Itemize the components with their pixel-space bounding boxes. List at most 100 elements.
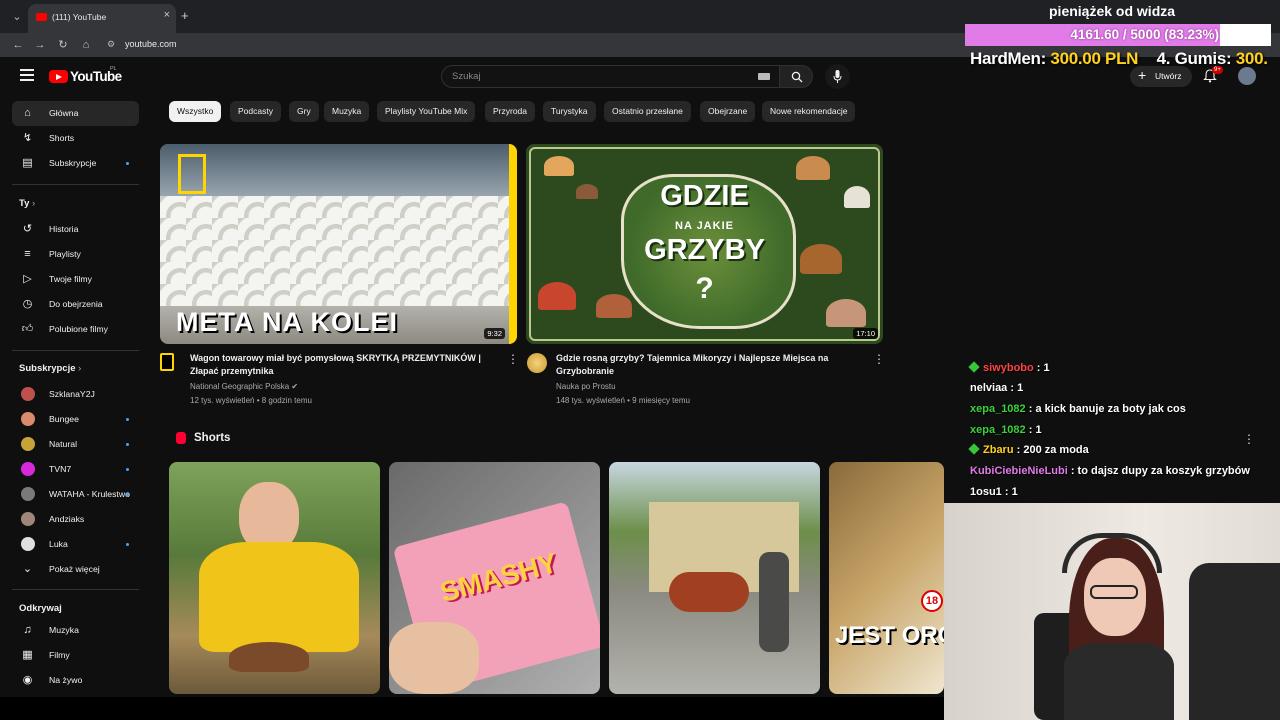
- motorcycle-sidecar: [669, 572, 749, 612]
- more-options-icon[interactable]: ⋮: [507, 352, 519, 366]
- chip-watched[interactable]: Obejrzane: [700, 101, 756, 122]
- chip-new-recommendations[interactable]: Nowe rekomendacje: [762, 101, 856, 122]
- mushroom-cap: [229, 642, 309, 672]
- video-thumbnail[interactable]: GDZIE NA JAKIE GRZYBY ? 17:10: [526, 144, 883, 344]
- account-avatar[interactable]: [1238, 67, 1256, 85]
- sidebar-item-label: Główna: [49, 108, 79, 118]
- tab-search-icon[interactable]: ⌄: [8, 8, 26, 26]
- voice-search-button[interactable]: [825, 64, 850, 89]
- reload-icon[interactable]: ↻: [55, 37, 71, 53]
- address-bar[interactable]: youtube.com: [125, 39, 177, 49]
- sidebar-sub-andziaks[interactable]: Andziaks: [12, 507, 139, 532]
- short-thumbnail[interactable]: [169, 462, 380, 694]
- sidebar-item-subscriptions[interactable]: ▤ Subskrypcje: [12, 151, 139, 176]
- chat-username: Zbaru: [983, 444, 1014, 456]
- home-browser-icon[interactable]: ⌂: [78, 37, 94, 53]
- video-title[interactable]: Gdzie rosną grzyby? Tajemnica Mikoryzy i…: [556, 352, 866, 378]
- sidebar-sub-luka[interactable]: Luka: [12, 532, 139, 557]
- chip-tourism[interactable]: Turystyka: [543, 101, 596, 122]
- chip-nature[interactable]: Przyroda: [485, 101, 536, 122]
- sidebar-sub-wataha[interactable]: WATAHA - Krulestwo: [12, 482, 139, 507]
- sidebar-heading-you[interactable]: Ty ›: [19, 198, 35, 209]
- glasses: [1090, 585, 1138, 599]
- search-placeholder: Szukaj: [452, 71, 481, 82]
- sidebar-sub-bungee[interactable]: Bungee: [12, 407, 139, 432]
- chip-all[interactable]: Wszystko: [169, 101, 222, 122]
- back-icon[interactable]: ←: [10, 37, 26, 53]
- new-tab-button[interactable]: +: [181, 8, 189, 23]
- video-stats: 148 tys. wyświetleń • 9 miesięcy temu: [556, 396, 690, 405]
- sidebar-item-liked[interactable]: 👍︎ Polubione filmy: [12, 317, 139, 342]
- sidebar-item-label: WATAHA - Krulestwo: [49, 489, 130, 499]
- gaming-chair: [1189, 563, 1280, 720]
- menu-icon[interactable]: [20, 69, 34, 81]
- sidebar-item-label: SzklanaY2J: [49, 389, 95, 399]
- new-content-dot: [126, 418, 129, 421]
- video-title[interactable]: Wagon towarowy miał być pomysłową SKRYTK…: [190, 352, 500, 378]
- channel-name[interactable]: National Geographic Polska ✔: [190, 382, 298, 391]
- tab-close-button[interactable]: ×: [164, 9, 170, 21]
- mushroom-icon: [826, 299, 866, 327]
- video-thumbnail[interactable]: META NA KOLEI 9:32: [160, 144, 517, 344]
- short-thumbnail[interactable]: 18 JEST ORG: [829, 462, 944, 694]
- microphone-icon: [833, 70, 842, 83]
- channel-name-label: National Geographic Polska: [190, 382, 290, 391]
- more-options-icon[interactable]: ⋮: [873, 352, 885, 366]
- sidebar-item-label: Luka: [49, 539, 68, 549]
- verified-icon: ✔: [291, 382, 299, 391]
- watch-later-icon: ◷: [22, 298, 33, 310]
- sidebar-item-movies[interactable]: ▦ Filmy: [12, 643, 139, 668]
- donation-goal-title: pieniążek od widza: [1049, 3, 1176, 19]
- channel-avatar: [21, 537, 35, 551]
- sidebar-item-shorts[interactable]: ↯ Shorts: [12, 126, 139, 151]
- channel-avatar[interactable]: [160, 353, 174, 371]
- chip-youtube-mix[interactable]: Playlisty YouTube Mix: [377, 101, 476, 122]
- channel-avatar: [21, 412, 35, 426]
- video-duration: 17:10: [853, 328, 878, 339]
- sidebar-sub-natural[interactable]: Natural: [12, 432, 139, 457]
- sidebar-heading-subscriptions[interactable]: Subskrypcje ›: [19, 363, 81, 374]
- shorts-more-options-icon[interactable]: ⋮: [1243, 432, 1255, 446]
- chip-podcasts[interactable]: Podcasty: [230, 101, 281, 122]
- chat-message: 1osu1 : 1: [970, 486, 1018, 498]
- site-info-icon[interactable]: ⚙: [107, 39, 115, 50]
- channel-name[interactable]: Nauka po Prostu: [556, 382, 616, 391]
- thumbs-up-icon: 👍︎: [21, 323, 34, 335]
- sidebar-item-watch-later[interactable]: ◷ Do obejrzenia: [12, 292, 139, 317]
- sidebar-item-live[interactable]: ◉ Na żywo: [12, 668, 139, 693]
- sidebar-item-label: Muzyka: [49, 625, 79, 635]
- chat-message: siwybobo : 1: [968, 361, 1050, 374]
- chevron-down-icon: ⌄: [22, 563, 33, 575]
- sidebar-item-label: Subskrypcje: [49, 158, 97, 168]
- sidebar-item-label: Playlisty: [49, 249, 81, 259]
- search-button[interactable]: [779, 65, 813, 88]
- sidebar-item-music[interactable]: ♫ Muzyka: [12, 618, 139, 643]
- sidebar-sub-szklanay2j[interactable]: SzklanaY2J: [12, 382, 139, 407]
- channel-avatar[interactable]: [527, 353, 547, 373]
- chat-username: xepa_1082: [970, 403, 1026, 415]
- sidebar-item-history[interactable]: ↺ Historia: [12, 217, 139, 242]
- sidebar-show-more[interactable]: ⌄ Pokaż więcej: [12, 557, 139, 582]
- keyboard-icon[interactable]: [758, 73, 770, 80]
- sidebar-item-label: Natural: [49, 439, 78, 449]
- browser-tab[interactable]: (111) YouTube ×: [28, 4, 176, 33]
- create-button[interactable]: + Utwórz: [1130, 66, 1192, 87]
- sidebar-sub-tvn7[interactable]: TVN7: [12, 457, 139, 482]
- sidebar-item-playlists[interactable]: ≡ Playlisty: [12, 242, 139, 267]
- chip-games[interactable]: Gry: [289, 101, 319, 122]
- chat-text: : to dajsz dupy za koszyk grzybów: [1067, 465, 1250, 477]
- age-18-badge: 18: [921, 590, 943, 612]
- short-thumbnail[interactable]: [609, 462, 820, 694]
- search-input[interactable]: Szukaj: [441, 65, 781, 88]
- you-heading-label: Ty: [19, 198, 30, 209]
- sidebar-item-your-videos[interactable]: ▷ Twoje filmy: [12, 267, 139, 292]
- yellow-border: [509, 144, 517, 344]
- short-thumbnail[interactable]: SMASHY: [389, 462, 600, 694]
- sidebar-item-label: Do obejrzenia: [49, 299, 103, 309]
- sidebar-item-home[interactable]: ⌂ Główna: [12, 101, 139, 126]
- forward-icon[interactable]: →: [32, 37, 48, 53]
- sidebar-item-label: Historia: [49, 224, 79, 234]
- chip-music[interactable]: Muzyka: [324, 101, 370, 122]
- truck-background: [160, 144, 517, 204]
- chip-recently-uploaded[interactable]: Ostatnio przesłane: [604, 101, 691, 122]
